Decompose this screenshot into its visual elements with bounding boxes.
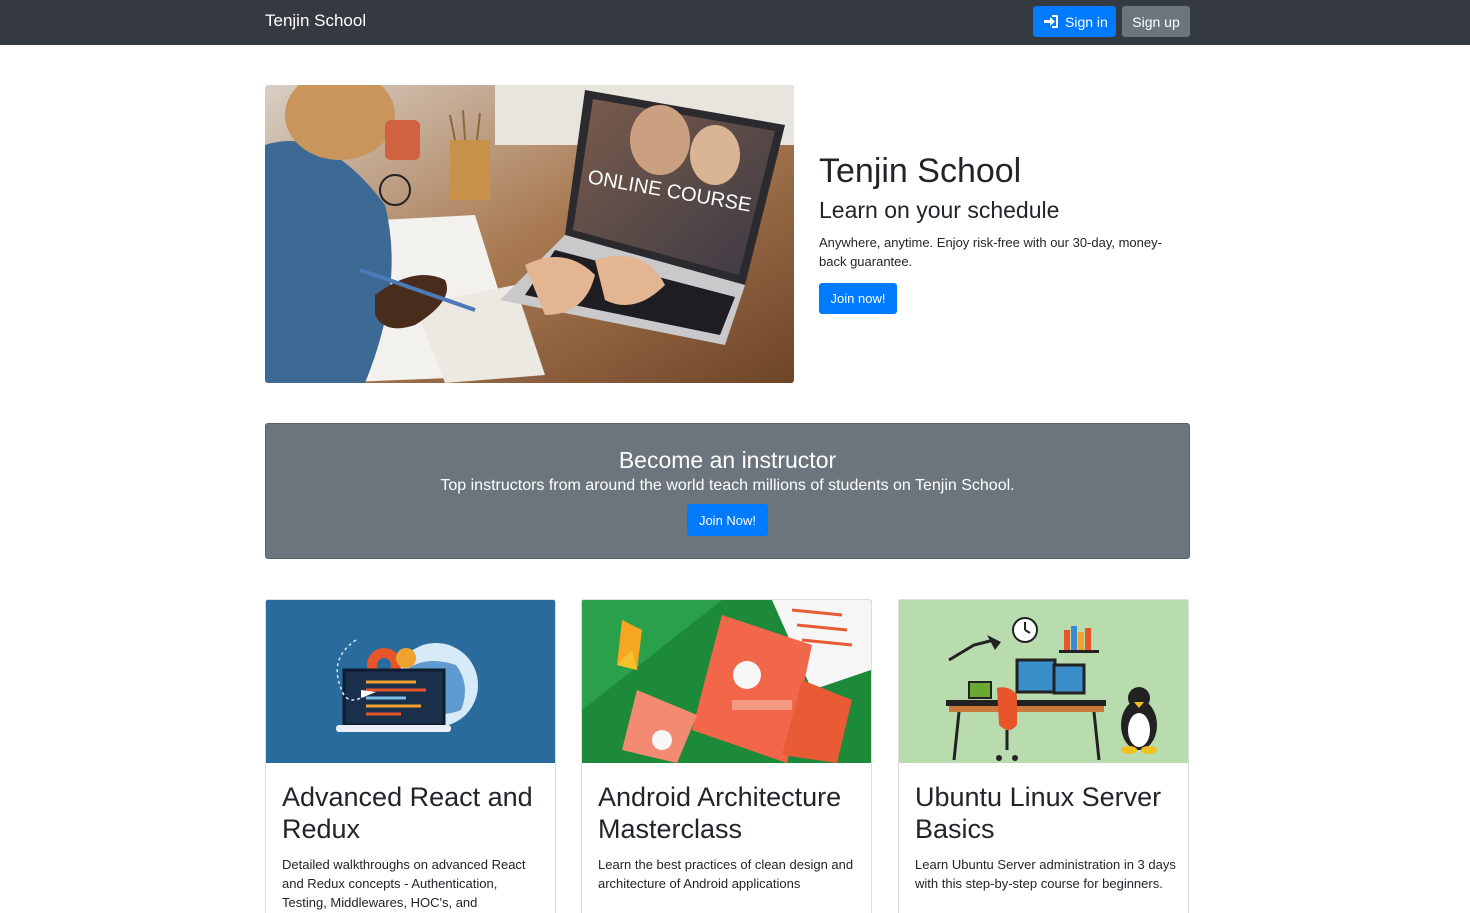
join-now-button[interactable]: Join now! (819, 283, 897, 314)
hero-title: Tenjin School (819, 152, 1022, 190)
navbar: Tenjin School Sign in Sign up (0, 0, 1470, 45)
course-image-react (266, 600, 555, 763)
course-title: Ubuntu Linux Server Basics (915, 782, 1162, 844)
course-card[interactable]: Ubuntu Linux Server Basics Learn Ubuntu … (898, 599, 1189, 913)
hero-description: Anywhere, anytime. Enjoy risk-free with … (819, 235, 1162, 269)
instructor-description: Top instructors from around the world te… (440, 477, 1015, 494)
hero-subtitle: Learn on your schedule (819, 197, 1060, 223)
course-description: Learn Ubuntu Server administration in 3 … (915, 857, 1176, 891)
hero-image: ONLINE COURSE (265, 85, 794, 383)
course-image-android (582, 600, 871, 763)
course-card[interactable]: Android Architecture Masterclass Learn t… (581, 599, 872, 913)
instructor-title: Become an instructor (618, 447, 837, 473)
sign-in-button[interactable]: Sign in (1033, 6, 1116, 37)
sign-in-label: Sign in (1065, 14, 1108, 30)
course-title: Advanced React and Redux (282, 782, 533, 844)
course-image-ubuntu (899, 600, 1188, 763)
sign-in-icon (1044, 15, 1058, 28)
course-description: Detailed walkthroughs on advanced React … (282, 857, 526, 910)
instructor-banner: Become an instructor Top instructors fro… (265, 423, 1190, 559)
sign-up-button[interactable]: Sign up (1122, 6, 1190, 37)
course-title: Android Architecture Masterclass (598, 782, 842, 844)
course-description: Learn the best practices of clean design… (598, 857, 854, 891)
instructor-join-button[interactable]: Join Now! (687, 504, 768, 536)
course-card[interactable]: Advanced React and Redux Detailed walkth… (265, 599, 556, 913)
brand-link[interactable]: Tenjin School (265, 11, 366, 31)
